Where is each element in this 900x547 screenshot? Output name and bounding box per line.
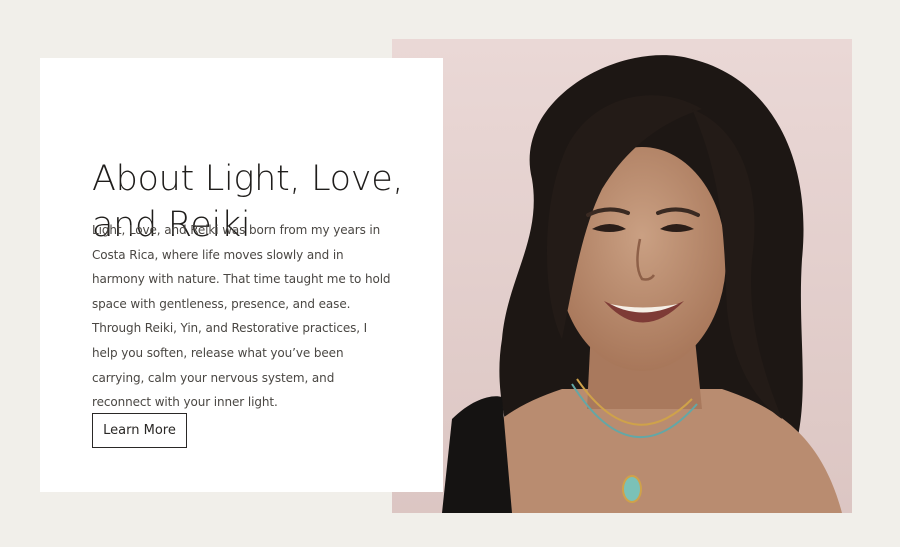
about-description: Light, Love, and Reiki was born from my … [92, 223, 391, 410]
learn-more-button[interactable]: Learn More [92, 413, 187, 448]
portrait-photo [392, 39, 852, 513]
about-section: About Light, Love, and Reiki Light, Love… [0, 0, 900, 547]
portrait-illustration [392, 39, 852, 513]
about-card: About Light, Love, and Reiki Light, Love… [40, 58, 443, 492]
